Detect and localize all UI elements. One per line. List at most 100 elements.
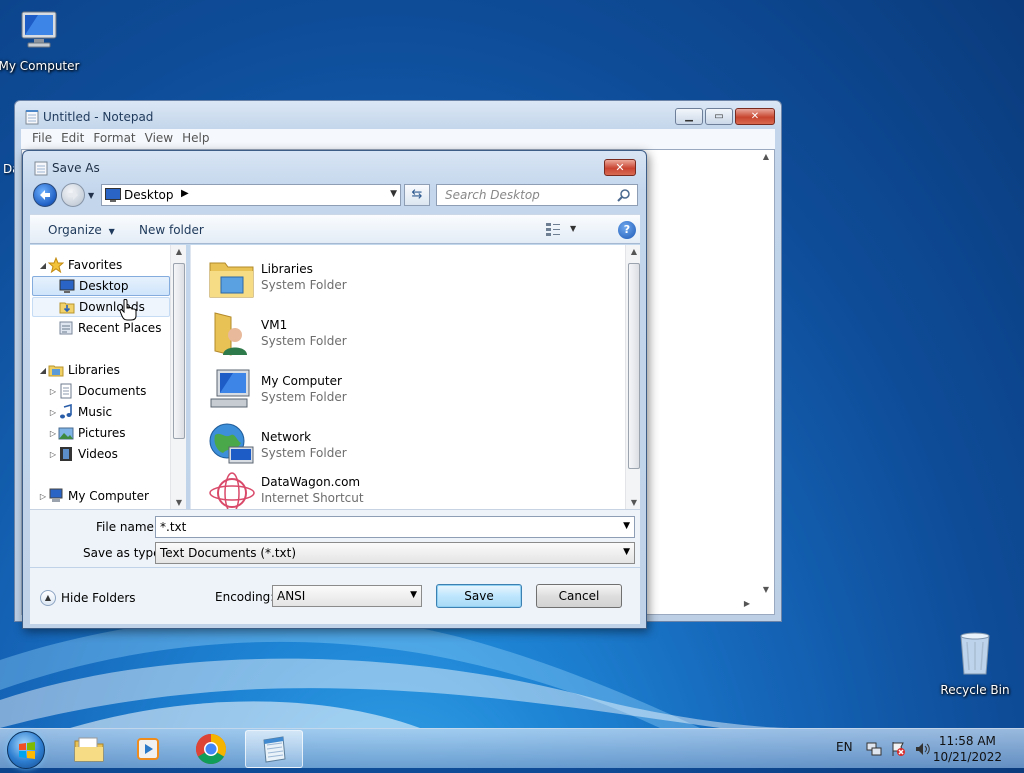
scroll-up-icon[interactable]: ▲ [758,152,774,161]
save-as-type-select[interactable]: Text Documents (*.txt) ▼ [155,542,635,564]
taskbar: EN 11:58 AM 10/21/2022 [0,728,1024,769]
search-icon[interactable] [617,188,631,202]
taskbar-explorer[interactable] [60,730,118,768]
file-item[interactable]: VM1 System Folder [207,309,347,361]
chevron-down-icon: ▼ [410,590,417,600]
music-note-icon [60,404,72,419]
action-center-flag-icon[interactable] [890,741,906,757]
menu-format[interactable]: Format [90,129,141,149]
expand-triangle-icon[interactable]: ◢ [38,366,48,375]
new-folder-button[interactable]: New folder [139,223,204,237]
system-clock[interactable]: 11:58 AM 10/21/2022 [933,733,1002,765]
libraries-folder-icon [209,262,254,298]
notepad-vscrollbar[interactable]: ▲ ▼ [758,150,774,596]
recent-pages-dropdown-icon[interactable]: ▼ [88,191,94,200]
nav-downloads[interactable]: Downloads [32,297,170,317]
change-view-button[interactable] [545,221,561,240]
documents-icon [60,383,72,399]
scroll-down-icon[interactable]: ▼ [626,498,640,507]
nav-favorites[interactable]: ◢ Favorites [38,255,122,275]
encoding-value: ANSI [277,589,306,603]
internet-shortcut-icon [209,472,255,509]
nav-vscrollbar[interactable]: ▲ ▼ [170,245,186,509]
address-dropdown-icon[interactable]: ▼ [390,189,397,199]
nav-desktop[interactable]: Desktop [32,276,170,296]
nav-music[interactable]: ▷ Music [48,402,112,422]
close-button[interactable]: ✕ [735,108,775,125]
save-button[interactable]: Save [436,584,522,608]
collapsed-triangle-icon[interactable]: ▷ [38,492,48,501]
scroll-right-icon[interactable]: ▶ [744,599,750,608]
file-list: Libraries System Folder VM1 System Folde… [190,245,640,509]
nav-recent-places[interactable]: Recent Places [32,318,161,338]
search-box[interactable] [436,184,638,206]
desktop-icon-recycle-bin[interactable]: Recycle Bin [930,630,1020,697]
taskbar-media-player[interactable] [120,730,178,768]
minimize-button[interactable]: ▁ [675,108,703,125]
file-type: System Folder [261,334,347,348]
scroll-down-icon[interactable]: ▼ [758,585,774,594]
cancel-button[interactable]: Cancel [536,584,622,608]
network-globe-icon [209,423,254,464]
search-input[interactable] [443,186,613,204]
dialog-title: Save As [52,161,100,175]
menu-file[interactable]: File [29,129,58,149]
scroll-thumb[interactable] [628,263,640,469]
scroll-up-icon[interactable]: ▲ [171,247,187,256]
file-item[interactable]: Libraries System Folder [207,253,347,305]
back-button[interactable] [33,183,57,207]
file-type: System Folder [261,278,347,292]
menu-edit[interactable]: Edit [58,129,90,149]
file-list-vscrollbar[interactable]: ▲ ▼ [625,245,640,509]
save-as-type-value: Text Documents (*.txt) [160,546,297,560]
language-indicator[interactable]: EN [836,740,853,754]
nav-videos[interactable]: ▷ Videos [48,444,118,464]
breadcrumb-arrow-icon[interactable]: ▶ [181,188,189,199]
film-icon [60,447,72,461]
chevron-down-icon[interactable]: ▼ [623,521,630,531]
nav-pictures[interactable]: ▷ Pictures [48,423,126,443]
file-name: Network [261,430,312,444]
scroll-up-icon[interactable]: ▲ [626,247,640,256]
start-button[interactable] [7,731,45,769]
expand-triangle-icon[interactable]: ◢ [38,261,48,270]
address-text: Desktop [124,188,174,202]
taskbar-chrome[interactable] [182,730,240,768]
maximize-icon: ▭ [714,111,724,122]
file-name-field[interactable]: *.txt ▼ [155,516,635,538]
nav-my-computer[interactable]: ▷ My Computer [38,486,149,506]
notepad-caption-buttons: ▁ ▭ ✕ [675,108,775,125]
user-folder-icon [214,312,247,356]
nav-libraries[interactable]: ◢ Libraries [38,360,120,380]
dialog-close-button[interactable]: ✕ [604,159,636,176]
organize-menu[interactable]: Organize ▼ [48,223,115,237]
nav-documents[interactable]: ▷ Documents [48,381,146,401]
encoding-select[interactable]: ANSI ▼ [272,585,422,607]
menu-help[interactable]: Help [179,129,215,149]
menu-view[interactable]: View [142,129,179,149]
address-bar[interactable]: Desktop ▶ ▼ [101,184,401,206]
file-type: System Folder [261,390,347,404]
desktop-icon-my-computer[interactable]: My Computer [0,8,84,73]
collapsed-triangle-icon[interactable]: ▷ [48,387,58,396]
collapsed-triangle-icon[interactable]: ▷ [48,429,58,438]
back-arrow-icon [40,190,50,200]
file-item[interactable]: My Computer System Folder [207,365,347,417]
collapsed-triangle-icon[interactable]: ▷ [48,450,58,459]
my-computer-icon [210,369,250,408]
scroll-down-icon[interactable]: ▼ [171,498,187,507]
file-item[interactable]: DataWagon.com Internet Shortcut [207,469,364,509]
hide-folders-button[interactable]: ▲ Hide Folders [40,590,136,606]
taskbar-notepad[interactable] [245,730,303,768]
maximize-button[interactable]: ▭ [705,108,733,125]
network-icon[interactable] [866,741,882,757]
forward-button[interactable] [61,183,85,207]
help-icon[interactable]: ? [618,221,636,239]
collapsed-triangle-icon[interactable]: ▷ [48,408,58,417]
refresh-button[interactable]: ⇆ [404,184,430,206]
file-name: VM1 [261,318,288,332]
volume-icon[interactable] [914,741,932,757]
view-dropdown-icon[interactable]: ▼ [570,224,576,233]
file-item[interactable]: Network System Folder [207,421,347,473]
scroll-thumb[interactable] [173,263,185,439]
